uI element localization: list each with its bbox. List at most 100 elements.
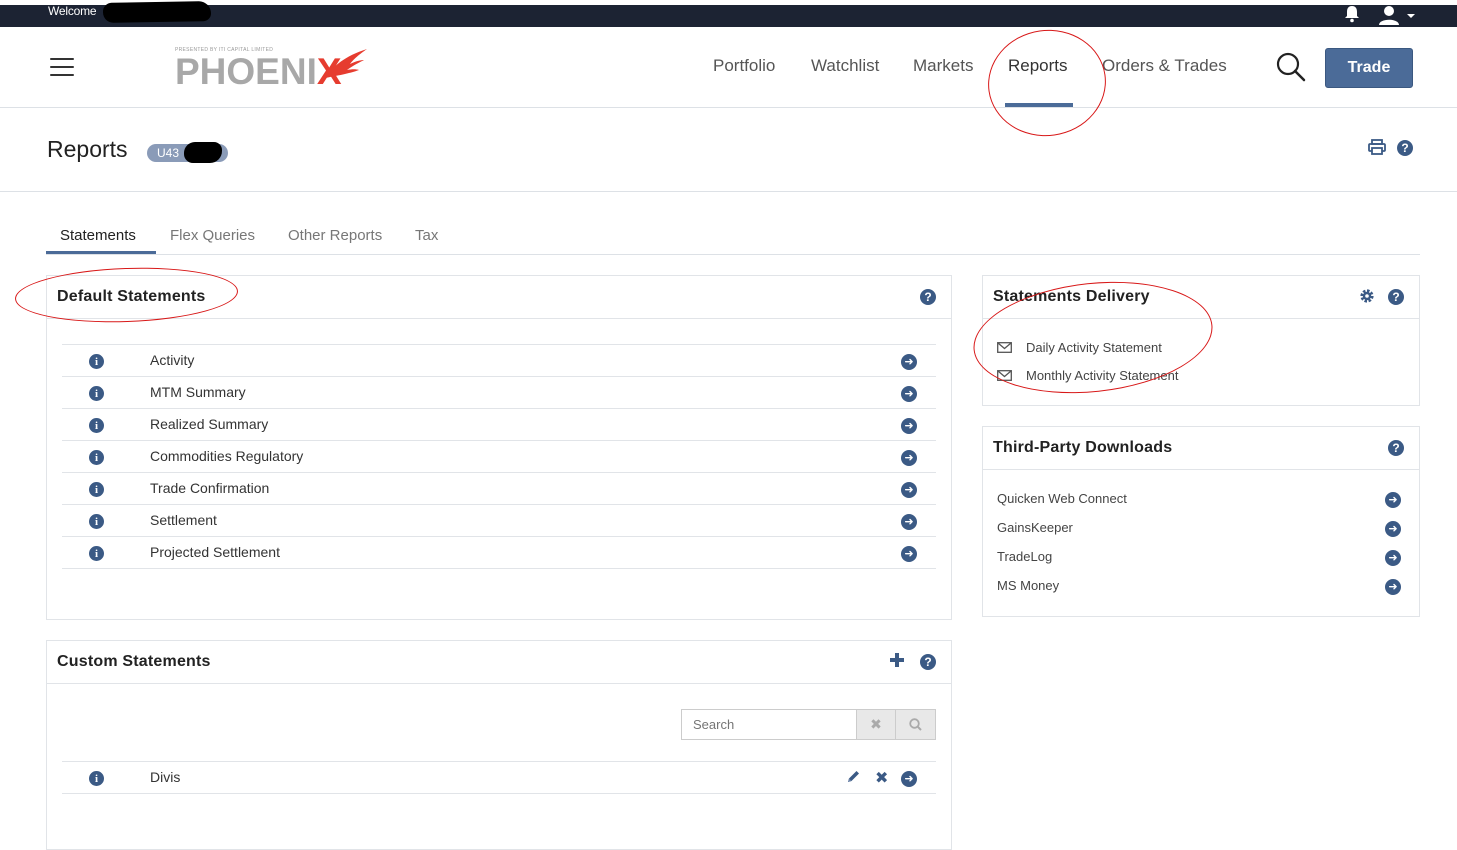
download-label: MS Money xyxy=(997,578,1060,593)
statement-row[interactable]: i Commodities Regulatory ➜ xyxy=(62,440,936,472)
delivery-item[interactable]: Daily Activity Statement xyxy=(997,340,1162,356)
pencil-icon[interactable] xyxy=(846,769,861,789)
envelope-icon xyxy=(997,341,1012,356)
envelope-icon xyxy=(997,369,1012,384)
download-item[interactable]: Quicken Web Connect ➜ xyxy=(997,489,1401,509)
info-icon[interactable]: i xyxy=(89,544,104,562)
statement-row[interactable]: i MTM Summary ➜ xyxy=(62,376,936,408)
redacted-account-number xyxy=(184,142,222,163)
statement-row[interactable]: i Trade Confirmation ➜ xyxy=(62,472,936,504)
delivery-label: Monthly Activity Statement xyxy=(1026,368,1179,383)
phoenix-logo[interactable]: PRESENTED BY ITI CAPITAL LIMITED PHOENIX xyxy=(175,47,370,92)
info-icon[interactable]: i xyxy=(89,480,104,498)
search-input[interactable] xyxy=(681,709,857,740)
search-submit-button[interactable] xyxy=(895,709,936,740)
panel-title: Default Statements xyxy=(57,288,206,305)
help-icon[interactable]: ? xyxy=(920,653,936,671)
statement-row[interactable]: i Activity ➜ xyxy=(62,344,936,376)
panel-header: Third-Party Downloads ? xyxy=(983,427,1419,470)
arrow-right-icon[interactable]: ➜ xyxy=(1385,548,1401,566)
report-tabs: Statements Flex Queries Other Reports Ta… xyxy=(46,225,1420,255)
search-icon xyxy=(909,718,922,731)
third-party-downloads-panel: Third-Party Downloads ? Quicken Web Conn… xyxy=(982,426,1420,617)
arrow-right-icon[interactable]: ➜ xyxy=(901,352,917,370)
trade-button[interactable]: Trade xyxy=(1325,48,1413,88)
logo-wordmark: PHOENIX xyxy=(175,51,342,92)
arrow-right-icon[interactable]: ➜ xyxy=(901,512,917,530)
statement-label: Trade Confirmation xyxy=(150,480,270,496)
redacted-username xyxy=(102,1,212,23)
statement-label: Settlement xyxy=(150,512,217,528)
nav-watchlist[interactable]: Watchlist xyxy=(811,56,879,76)
search-icon[interactable] xyxy=(1276,52,1306,87)
info-icon[interactable]: i xyxy=(89,416,104,434)
statement-label: Commodities Regulatory xyxy=(150,448,304,464)
arrow-right-icon[interactable]: ➜ xyxy=(901,416,917,434)
row-divider xyxy=(62,568,936,569)
info-icon[interactable]: i xyxy=(89,769,104,787)
help-icon[interactable]: ? xyxy=(1388,439,1404,457)
plus-icon[interactable] xyxy=(889,652,905,673)
custom-statements-panel: Custom Statements ? ✖ i Divis ✖ ➜ xyxy=(46,640,952,850)
tab-tax[interactable]: Tax xyxy=(415,227,438,244)
panel-header: Default Statements ? xyxy=(47,276,951,319)
statements-delivery-panel: Statements Delivery ? Daily Activity Sta… xyxy=(982,275,1420,406)
statement-label: Projected Settlement xyxy=(150,544,280,560)
bell-icon[interactable] xyxy=(1343,5,1361,28)
statement-row[interactable]: i Settlement ➜ xyxy=(62,504,936,536)
info-icon[interactable]: i xyxy=(89,352,104,370)
panel-header: Statements Delivery ? xyxy=(983,276,1419,319)
help-icon[interactable]: ? xyxy=(1397,139,1413,157)
arrow-right-icon[interactable]: ➜ xyxy=(1385,577,1401,595)
statement-row[interactable]: i Divis ✖ ➜ xyxy=(62,761,936,793)
delivery-label: Daily Activity Statement xyxy=(1026,340,1162,355)
nav-reports[interactable]: Reports xyxy=(1008,56,1068,76)
arrow-right-icon[interactable]: ➜ xyxy=(1385,490,1401,508)
download-label: Quicken Web Connect xyxy=(997,491,1127,506)
delete-icon[interactable]: ✖ xyxy=(875,768,888,788)
download-item[interactable]: MS Money ➜ xyxy=(997,576,1401,596)
info-icon[interactable]: i xyxy=(89,448,104,466)
page-title: Reports xyxy=(47,136,128,162)
nav-markets[interactable]: Markets xyxy=(913,56,973,76)
arrow-right-icon[interactable]: ➜ xyxy=(901,769,917,787)
download-item[interactable]: GainsKeeper ➜ xyxy=(997,518,1401,538)
arrow-right-icon[interactable]: ➜ xyxy=(901,544,917,562)
statement-label: MTM Summary xyxy=(150,384,246,400)
print-icon[interactable] xyxy=(1368,139,1386,160)
phoenix-wing-icon xyxy=(325,49,367,78)
gear-icon[interactable] xyxy=(1359,288,1375,309)
arrow-right-icon[interactable]: ➜ xyxy=(901,480,917,498)
clear-search-button[interactable]: ✖ xyxy=(856,709,896,740)
arrow-right-icon[interactable]: ➜ xyxy=(901,384,917,402)
nav-orders-trades[interactable]: Orders & Trades xyxy=(1102,56,1227,76)
tab-flex-queries[interactable]: Flex Queries xyxy=(170,227,255,244)
panel-title: Statements Delivery xyxy=(993,288,1150,305)
statement-row[interactable]: i Projected Settlement ➜ xyxy=(62,536,936,568)
panel-header: Custom Statements ? xyxy=(47,641,951,684)
arrow-right-icon[interactable]: ➜ xyxy=(901,448,917,466)
hamburger-menu-icon[interactable] xyxy=(50,58,74,76)
active-tab-indicator xyxy=(46,251,156,254)
delivery-item[interactable]: Monthly Activity Statement xyxy=(997,368,1178,384)
title-divider xyxy=(0,191,1457,192)
row-divider xyxy=(62,793,936,794)
statement-label: Realized Summary xyxy=(150,416,269,432)
welcome-text: Welcome xyxy=(48,4,97,18)
panel-title: Third-Party Downloads xyxy=(993,439,1173,456)
help-icon[interactable]: ? xyxy=(920,288,936,306)
download-item[interactable]: TradeLog ➜ xyxy=(997,547,1401,567)
main-header: PRESENTED BY ITI CAPITAL LIMITED PHOENIX… xyxy=(0,27,1457,108)
statement-row[interactable]: i Realized Summary ➜ xyxy=(62,408,936,440)
active-nav-indicator xyxy=(1005,103,1073,107)
info-icon[interactable]: i xyxy=(89,384,104,402)
nav-portfolio[interactable]: Portfolio xyxy=(713,56,775,76)
download-label: GainsKeeper xyxy=(997,520,1073,535)
download-label: TradeLog xyxy=(997,549,1053,564)
statement-label: Activity xyxy=(150,352,195,368)
tab-other-reports[interactable]: Other Reports xyxy=(288,227,382,244)
help-icon[interactable]: ? xyxy=(1388,288,1404,306)
info-icon[interactable]: i xyxy=(89,512,104,530)
tab-statements[interactable]: Statements xyxy=(60,227,136,244)
arrow-right-icon[interactable]: ➜ xyxy=(1385,519,1401,537)
